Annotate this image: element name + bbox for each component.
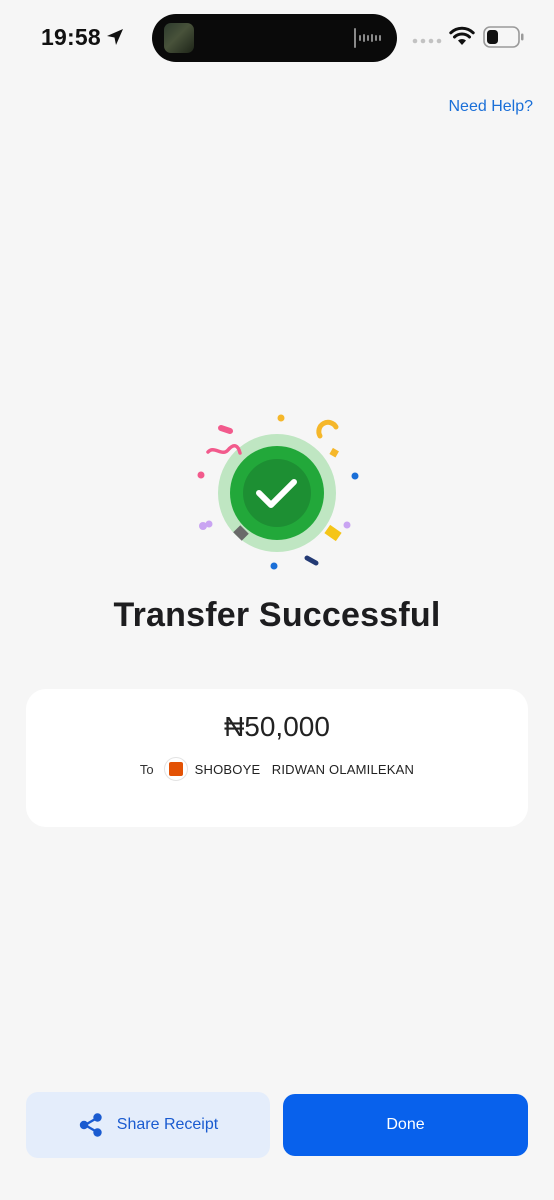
battery-icon xyxy=(483,26,524,48)
share-receipt-button[interactable]: Share Receipt xyxy=(26,1092,270,1158)
cellular-dots-icon xyxy=(412,38,442,44)
done-button[interactable]: Done xyxy=(283,1094,528,1156)
location-arrow-icon xyxy=(107,29,123,45)
page-title: Transfer Successful xyxy=(113,596,441,634)
success-inner-circle xyxy=(243,459,311,527)
bank-logo xyxy=(163,757,188,781)
wifi-icon xyxy=(449,26,475,45)
success-check-illustration xyxy=(197,414,359,570)
transfer-amount: ₦50,000 xyxy=(224,711,330,742)
recipient-name: SHOBOYE RIDWAN OLAMILEKAN xyxy=(194,761,415,777)
status-bar: 19:58 xyxy=(0,0,554,76)
media-thumbnail xyxy=(164,23,194,53)
to-label: To xyxy=(139,761,154,777)
dynamic-island xyxy=(152,14,397,62)
audio-waveform-icon xyxy=(354,28,381,48)
recipient-row: To SHOBOYE RIDWAN OLAMILEKAN xyxy=(26,757,528,781)
transfer-summary-card: ₦50,000 To SHOBOYE RIDWAN OLAMILEKAN xyxy=(26,689,528,827)
share-icon xyxy=(79,1113,102,1137)
share-receipt-label: Share Receipt xyxy=(116,1116,219,1133)
need-help-link[interactable]: Need Help? xyxy=(449,98,534,116)
status-time: 19:58 xyxy=(41,24,101,50)
